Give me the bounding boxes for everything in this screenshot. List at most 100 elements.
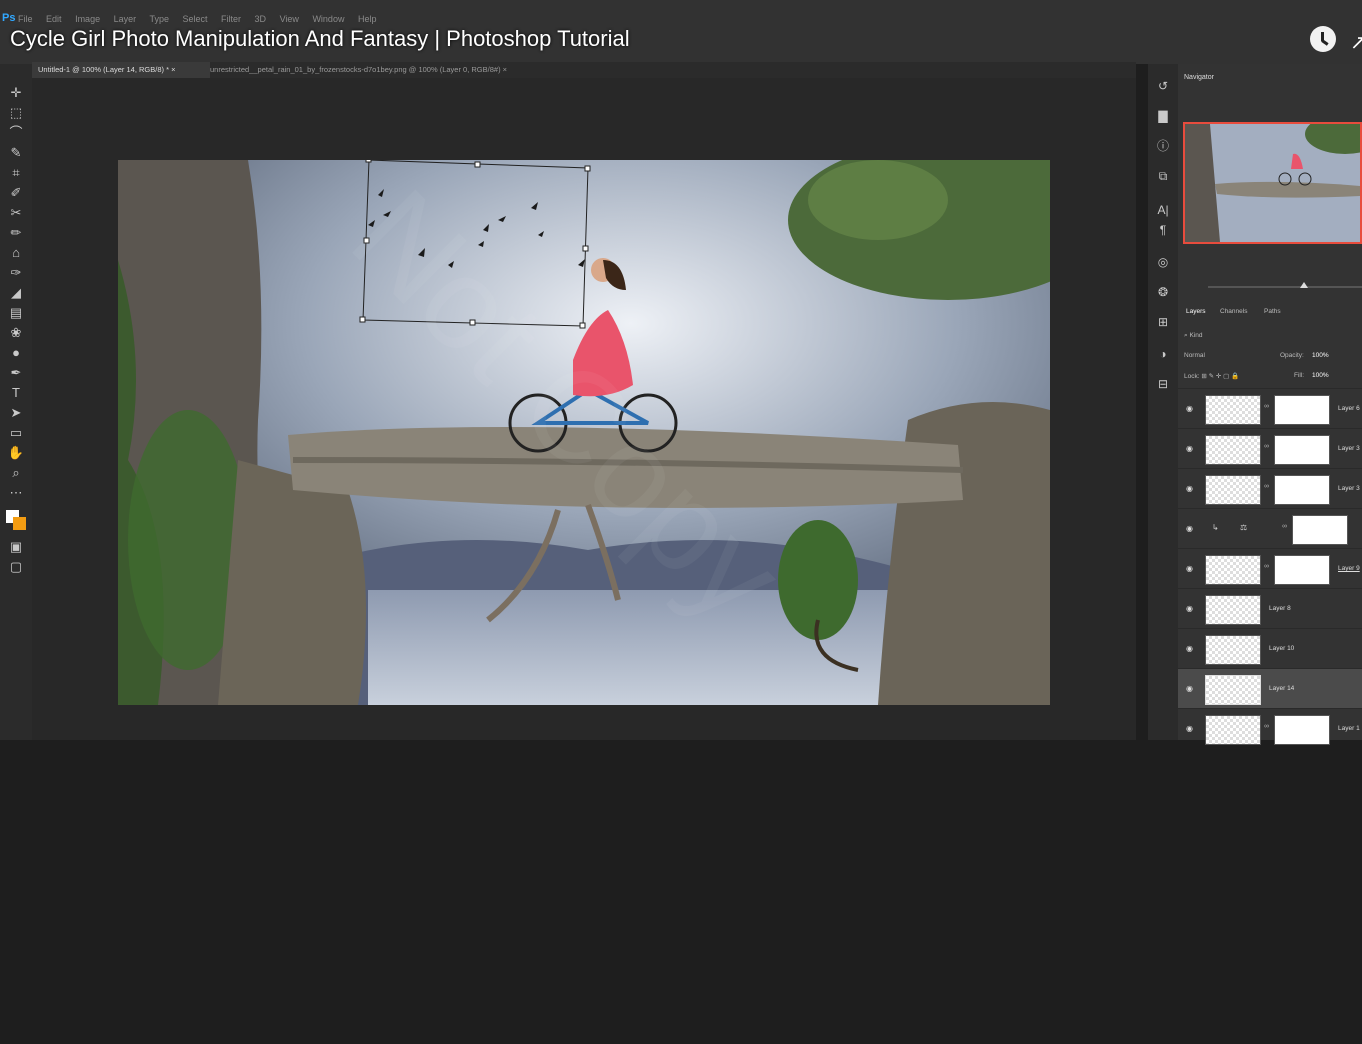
- info-icon[interactable]: ⓘ: [1155, 138, 1171, 154]
- visibility-eye-icon[interactable]: ◉: [1186, 484, 1193, 493]
- layer-row[interactable]: ◉ Layer 10: [1178, 628, 1362, 669]
- link-icon[interactable]: ∞: [1264, 723, 1269, 730]
- menu-file[interactable]: File: [18, 14, 33, 24]
- eraser-icon[interactable]: ◢: [6, 284, 26, 302]
- navigator-thumbnail[interactable]: [1183, 122, 1362, 244]
- photoshop-logo-icon: Ps: [2, 12, 16, 24]
- layer-row[interactable]: ◉ ∞ Layer 3: [1178, 428, 1362, 469]
- menu-edit[interactable]: Edit: [46, 14, 62, 24]
- close-icon[interactable]: ×: [171, 65, 175, 74]
- tab-paths[interactable]: Paths: [1264, 308, 1281, 315]
- layer-thumbnail: [1205, 475, 1261, 505]
- layer-row-adjustment[interactable]: ◉ ↳ ⚖ ∞: [1178, 508, 1362, 549]
- screen-mode-icon[interactable]: ▢: [6, 558, 26, 576]
- layer-row[interactable]: ◉ Layer 8: [1178, 588, 1362, 629]
- menu-select[interactable]: Select: [182, 14, 207, 24]
- history-icon[interactable]: ↺: [1155, 78, 1171, 94]
- link-icon[interactable]: ∞: [1264, 443, 1269, 450]
- visibility-eye-icon[interactable]: ◉: [1186, 644, 1193, 653]
- tab-channels[interactable]: Channels: [1220, 308, 1247, 315]
- menu-filter[interactable]: Filter: [221, 14, 241, 24]
- layer-mask-thumbnail[interactable]: [1274, 395, 1330, 425]
- more-tools-icon[interactable]: ⋯: [6, 484, 26, 502]
- link-icon[interactable]: ∞: [1264, 483, 1269, 490]
- visibility-eye-icon[interactable]: ◉: [1186, 684, 1193, 693]
- link-icon[interactable]: ∞: [1264, 563, 1269, 570]
- zoom-slider[interactable]: [1184, 282, 1362, 292]
- menu-type[interactable]: Type: [149, 14, 169, 24]
- menu-help[interactable]: Help: [358, 14, 377, 24]
- gradient-tool-icon[interactable]: ▤: [6, 304, 26, 322]
- layer-filter-kind[interactable]: ⌕ Kind: [1184, 332, 1202, 340]
- opacity-value[interactable]: 100%: [1312, 352, 1329, 359]
- brushes-icon[interactable]: ◎: [1155, 254, 1171, 270]
- adjustments-icon[interactable]: ◑: [1155, 346, 1171, 362]
- layer-mask-thumbnail[interactable]: [1274, 555, 1330, 585]
- layer-row[interactable]: ◉ ∞ Layer 1: [1178, 708, 1362, 749]
- visibility-eye-icon[interactable]: ◉: [1186, 724, 1193, 733]
- visibility-eye-icon[interactable]: ◉: [1186, 564, 1193, 573]
- history-brush-icon[interactable]: ✑: [6, 264, 26, 282]
- blend-mode-select[interactable]: Normal Opacity: 100%: [1184, 352, 1356, 359]
- clone-source-icon[interactable]: ⧉: [1155, 168, 1171, 184]
- menu-image[interactable]: Image: [75, 14, 100, 24]
- layer-thumbnail: [1205, 635, 1261, 665]
- crop-tool-icon[interactable]: ⌗: [6, 164, 26, 182]
- layer-mask-thumbnail[interactable]: [1274, 435, 1330, 465]
- pen-tool-icon[interactable]: ✒: [6, 364, 26, 382]
- type-tool-icon[interactable]: T: [6, 384, 26, 402]
- visibility-eye-icon[interactable]: ◉: [1186, 404, 1193, 413]
- eyedropper-icon[interactable]: ✐: [6, 184, 26, 202]
- lasso-tool-icon[interactable]: ⌒: [6, 124, 26, 142]
- layer-row[interactable]: ◉ ∞ Layer 9: [1178, 548, 1362, 589]
- visibility-eye-icon[interactable]: ◉: [1186, 444, 1193, 453]
- menu-view[interactable]: View: [280, 14, 299, 24]
- layer-thumbnail: [1205, 595, 1261, 625]
- video-title[interactable]: Cycle Girl Photo Manipulation And Fantas…: [10, 26, 630, 52]
- layer-mask-thumbnail[interactable]: [1274, 475, 1330, 505]
- marquee-tool-icon[interactable]: ⬚: [6, 104, 26, 122]
- paragraph-icon[interactable]: ¶: [1155, 222, 1171, 238]
- watch-later-icon[interactable]: [1310, 26, 1336, 52]
- character-icon[interactable]: A|: [1155, 202, 1171, 218]
- path-select-icon[interactable]: ➤: [6, 404, 26, 422]
- background-color-swatch[interactable]: [13, 517, 26, 530]
- quick-mask-icon[interactable]: ▣: [6, 538, 26, 556]
- tab-petal-rain[interactable]: unrestricted__petal_rain_01_by_frozensto…: [204, 62, 556, 78]
- close-icon[interactable]: ×: [503, 65, 507, 74]
- tab-navigator[interactable]: Navigator: [1184, 74, 1214, 81]
- tab-untitled-1[interactable]: Untitled-1 @ 100% (Layer 14, RGB/8) * ×: [32, 62, 210, 78]
- layer-mask-thumbnail[interactable]: [1274, 715, 1330, 745]
- brush-tool-icon[interactable]: ✏: [6, 224, 26, 242]
- quick-select-icon[interactable]: ✎: [6, 144, 26, 162]
- rectangle-tool-icon[interactable]: ▭: [6, 424, 26, 442]
- layer-row-selected[interactable]: ◉ Layer 14: [1178, 668, 1362, 709]
- healing-brush-icon[interactable]: ✂: [6, 204, 26, 222]
- layer-row[interactable]: ◉ ∞ Layer 6: [1178, 388, 1362, 429]
- layer-row[interactable]: ◉ ∞ Layer 3: [1178, 468, 1362, 509]
- 3d-icon[interactable]: ❂: [1155, 284, 1171, 300]
- layer-name: Layer 6: [1338, 405, 1360, 412]
- move-tool-icon[interactable]: ✛: [6, 84, 26, 102]
- layer-mask-thumbnail[interactable]: [1292, 515, 1348, 545]
- dodge-tool-icon[interactable]: ●: [6, 344, 26, 362]
- blur-tool-icon[interactable]: ❀: [6, 324, 26, 342]
- hand-tool-icon[interactable]: ✋: [6, 444, 26, 462]
- link-icon[interactable]: ∞: [1282, 523, 1287, 530]
- tab-layers[interactable]: Layers: [1186, 308, 1206, 315]
- menu-3d[interactable]: 3D: [255, 14, 267, 24]
- swatches-icon[interactable]: ⊞: [1155, 314, 1171, 330]
- fill-value[interactable]: 100%: [1312, 372, 1329, 379]
- zoom-tool-icon[interactable]: ⌕: [6, 464, 26, 482]
- link-icon[interactable]: ∞: [1264, 403, 1269, 410]
- menu-layer[interactable]: Layer: [114, 14, 137, 24]
- visibility-eye-icon[interactable]: ◉: [1186, 524, 1193, 533]
- clone-stamp-icon[interactable]: ⌂: [6, 244, 26, 262]
- zoom-slider-handle[interactable]: [1300, 282, 1308, 288]
- menu-window[interactable]: Window: [312, 14, 344, 24]
- share-icon[interactable]: ↗: [1350, 30, 1362, 55]
- visibility-eye-icon[interactable]: ◉: [1186, 604, 1193, 613]
- libraries-icon[interactable]: ⊟: [1155, 376, 1171, 392]
- document-canvas[interactable]: [118, 160, 1050, 705]
- histogram-icon[interactable]: ▇: [1155, 108, 1171, 124]
